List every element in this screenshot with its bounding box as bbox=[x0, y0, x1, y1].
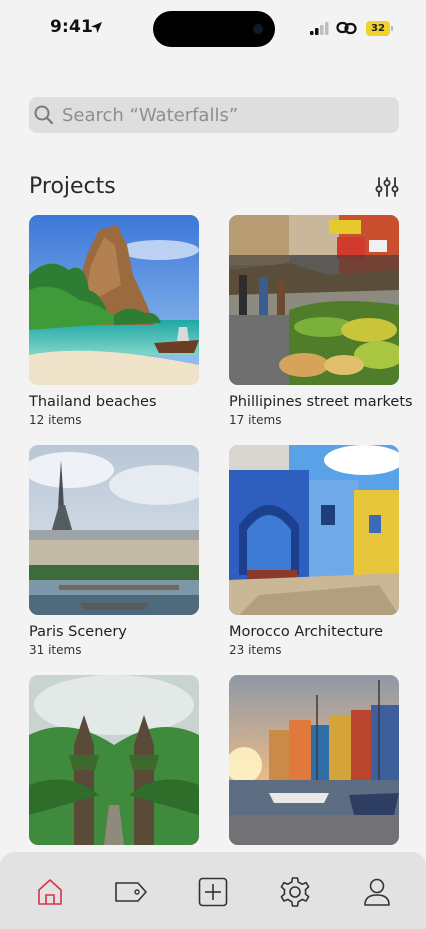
project-card[interactable]: Thailand beaches 12 items bbox=[29, 215, 201, 427]
battery-indicator: 32 bbox=[366, 21, 393, 36]
project-thumbnail bbox=[29, 445, 199, 615]
project-title: Paris Scenery bbox=[29, 624, 127, 640]
section-title: Projects bbox=[29, 174, 116, 199]
search-input[interactable] bbox=[62, 97, 382, 133]
location-arrow-icon bbox=[91, 22, 102, 33]
tab-profile[interactable] bbox=[359, 874, 395, 910]
project-count: 17 items bbox=[229, 413, 282, 427]
project-thumbnail bbox=[229, 215, 399, 385]
cellular-signal-icon bbox=[310, 22, 329, 35]
filter-icon[interactable] bbox=[375, 176, 399, 198]
tab-home[interactable] bbox=[32, 874, 68, 910]
project-card[interactable] bbox=[29, 675, 201, 845]
project-thumbnail bbox=[229, 675, 399, 845]
tab-add[interactable] bbox=[195, 874, 231, 910]
tab-settings[interactable] bbox=[277, 874, 313, 910]
project-title: Thailand beaches bbox=[29, 394, 157, 410]
search-icon bbox=[34, 105, 54, 125]
project-count: 23 items bbox=[229, 643, 282, 657]
project-thumbnail bbox=[29, 675, 199, 845]
search-bar[interactable] bbox=[29, 97, 399, 133]
project-count: 12 items bbox=[29, 413, 82, 427]
personal-hotspot-icon bbox=[336, 21, 357, 35]
tag-icon bbox=[115, 882, 147, 902]
status-bar: 9:41 32 bbox=[0, 0, 426, 56]
project-thumbnail bbox=[29, 215, 199, 385]
project-card[interactable]: Paris Scenery 31 items bbox=[29, 445, 201, 657]
battery-level: 32 bbox=[366, 21, 390, 36]
status-time: 9:41 bbox=[50, 17, 94, 37]
tab-bar bbox=[0, 852, 426, 929]
project-card[interactable] bbox=[229, 675, 401, 845]
dynamic-island bbox=[153, 11, 275, 47]
project-card[interactable]: Phillipines street markets 17 items bbox=[229, 215, 413, 427]
project-count: 31 items bbox=[29, 643, 82, 657]
settings-icon bbox=[280, 877, 310, 907]
project-title: Morocco Architecture bbox=[229, 624, 384, 640]
home-icon bbox=[38, 879, 62, 905]
profile-icon bbox=[364, 878, 390, 906]
project-thumbnail bbox=[229, 445, 399, 615]
project-title: Phillipines street markets bbox=[229, 394, 413, 410]
tab-tags[interactable] bbox=[113, 874, 149, 910]
project-card[interactable]: Morocco Architecture 23 items bbox=[229, 445, 401, 657]
add-icon bbox=[198, 877, 228, 907]
